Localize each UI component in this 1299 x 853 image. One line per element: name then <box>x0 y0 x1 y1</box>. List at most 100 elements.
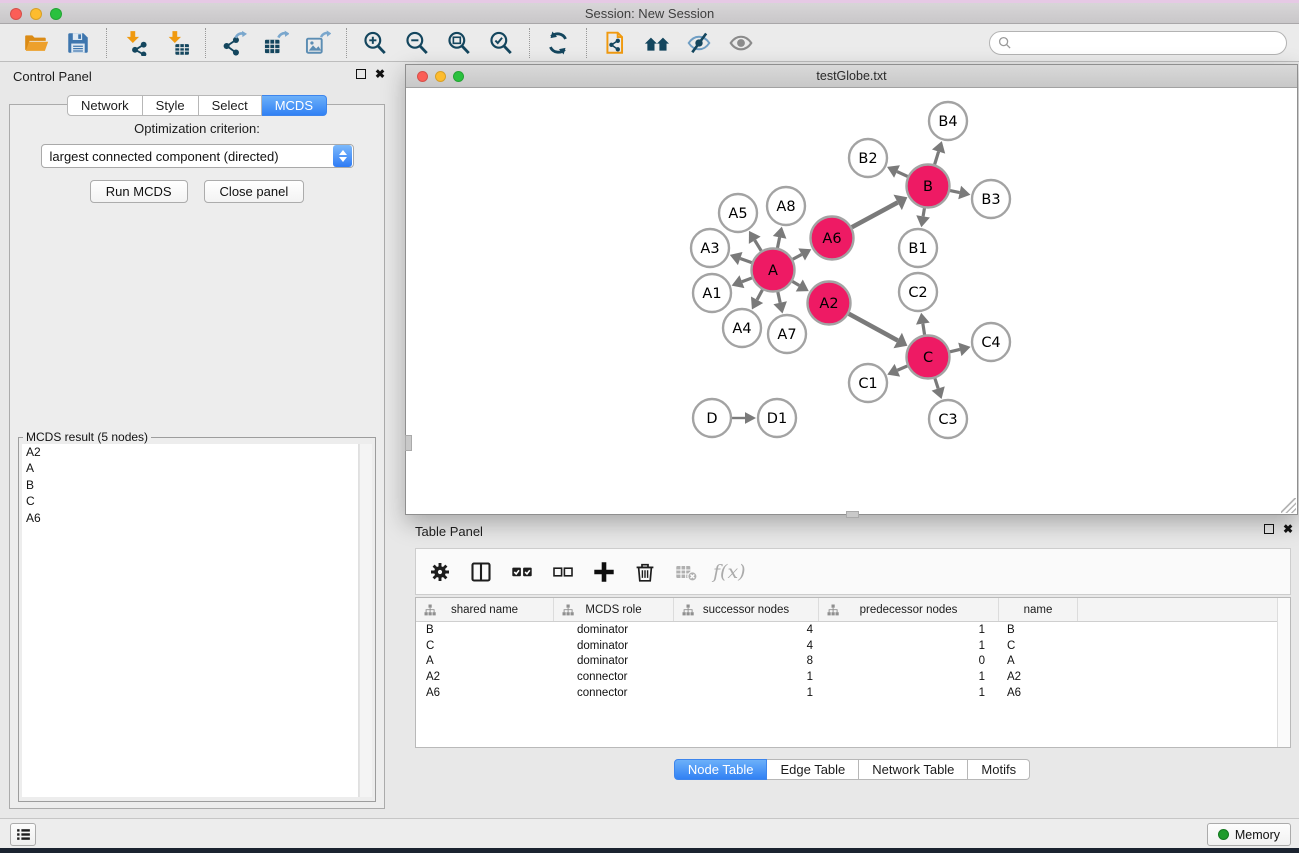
graph-node-B3[interactable]: B3 <box>972 180 1010 218</box>
window-resize-grip[interactable] <box>1281 498 1296 513</box>
import-network-button[interactable] <box>121 29 149 57</box>
hide-graphics-details-button[interactable] <box>685 29 713 57</box>
optimization-criterion-select[interactable]: largest connected component (directed) <box>41 144 354 168</box>
search-input[interactable] <box>1016 36 1278 50</box>
delete-column-button[interactable] <box>631 558 659 586</box>
graph-node-B1[interactable]: B1 <box>899 229 937 267</box>
mcds-result-item[interactable]: A6 <box>22 510 358 527</box>
zoom-selected-button[interactable] <box>487 29 515 57</box>
columns-button[interactable] <box>467 558 495 586</box>
graph-node-B2[interactable]: B2 <box>849 139 887 177</box>
edge-B-B4[interactable] <box>935 152 939 165</box>
mcds-result-item[interactable]: A2 <box>22 444 358 461</box>
table-row[interactable]: A2connector11A2 <box>416 669 1290 685</box>
close-table-panel-icon[interactable]: ✖ <box>1283 524 1293 534</box>
graph-node-C3[interactable]: C3 <box>929 400 967 438</box>
column-header-predecessor-nodes[interactable]: predecessor nodes <box>819 598 999 621</box>
network-window-titlebar[interactable]: testGlobe.txt <box>406 65 1297 88</box>
table-tab-edge-table[interactable]: Edge Table <box>767 759 859 780</box>
search-box[interactable] <box>989 31 1287 55</box>
edge-B-B3[interactable] <box>950 191 960 193</box>
table-row[interactable]: Cdominator41C <box>416 638 1290 654</box>
graph-node-B4[interactable]: B4 <box>929 102 967 140</box>
close-panel-icon[interactable]: ✖ <box>375 69 385 79</box>
float-table-panel-icon[interactable] <box>1264 524 1274 534</box>
graph-node-C[interactable]: C <box>907 336 950 379</box>
graph-node-C4[interactable]: C4 <box>972 323 1010 361</box>
mcds-result-item[interactable]: A <box>22 461 358 478</box>
table-row[interactable]: A6connector11A6 <box>416 685 1290 701</box>
column-header-successor-nodes[interactable]: successor nodes <box>674 598 819 621</box>
graph-node-A3[interactable]: A3 <box>691 229 729 267</box>
edge-A-A4[interactable] <box>757 290 762 300</box>
edge-A-A3[interactable] <box>740 259 752 263</box>
mcds-result-item[interactable]: B <box>22 477 358 494</box>
table-row[interactable]: Adominator80A <box>416 654 1290 670</box>
graph-node-A1[interactable]: A1 <box>693 274 731 312</box>
close-panel-button[interactable]: Close panel <box>204 180 305 203</box>
export-network-button[interactable] <box>220 29 248 57</box>
edge-A-A5[interactable] <box>755 240 761 251</box>
edge-C-C2[interactable] <box>923 324 925 335</box>
tab-select[interactable]: Select <box>199 95 262 116</box>
export-table-button[interactable] <box>262 29 290 57</box>
edge-B-B2[interactable] <box>897 172 908 177</box>
settings-button[interactable] <box>426 558 454 586</box>
edge-A-A2[interactable] <box>792 281 799 285</box>
graph-node-A2[interactable]: A2 <box>808 282 851 325</box>
edge-C-C3[interactable] <box>935 378 938 388</box>
column-header-shared-name[interactable]: shared name <box>416 598 554 621</box>
table-tab-node-table[interactable]: Node Table <box>674 759 768 780</box>
graph-node-A4[interactable]: A4 <box>723 309 761 347</box>
graph-node-C1[interactable]: C1 <box>849 364 887 402</box>
table-tab-network-table[interactable]: Network Table <box>859 759 968 780</box>
add-column-button[interactable] <box>590 558 618 586</box>
memory-button[interactable]: Memory <box>1207 823 1291 846</box>
task-history-button[interactable] <box>10 823 36 846</box>
tab-mcds[interactable]: MCDS <box>262 95 327 116</box>
zoom-in-button[interactable] <box>361 29 389 57</box>
table-row[interactable]: Bdominator41B <box>416 622 1290 638</box>
edge-C-C4[interactable] <box>950 349 960 351</box>
edge-A-A7[interactable] <box>778 292 780 303</box>
column-header-MCDS-role[interactable]: MCDS role <box>554 598 674 621</box>
zoom-out-button[interactable] <box>403 29 431 57</box>
show-graphics-details-button[interactable] <box>727 29 755 57</box>
tab-style[interactable]: Style <box>143 95 199 116</box>
select-all-button[interactable] <box>508 558 536 586</box>
edge-A-A6[interactable] <box>793 254 802 259</box>
graph-node-D1[interactable]: D1 <box>758 399 796 437</box>
horizontal-scroll-thumb[interactable] <box>846 511 859 518</box>
table-tab-motifs[interactable]: Motifs <box>968 759 1030 780</box>
graph-node-A7[interactable]: A7 <box>768 315 806 353</box>
network-canvas[interactable]: B4 B2 B B3 A5 A8A6 A3 B1 A A1 C2 A2 A4A7 C4 C C1 C3 D D1 <box>406 88 1297 514</box>
tab-network[interactable]: Network <box>67 95 143 116</box>
edge-A-A8[interactable] <box>777 237 779 248</box>
import-table-button[interactable] <box>163 29 191 57</box>
edge-C-C1[interactable] <box>897 366 907 370</box>
edge-A-A1[interactable] <box>742 278 752 282</box>
graph-node-D[interactable]: D <box>693 399 731 437</box>
graph-node-A[interactable]: A <box>752 249 795 292</box>
refresh-network-button[interactable] <box>544 29 572 57</box>
vertical-scroll-thumb[interactable] <box>405 435 412 451</box>
mcds-result-scrollbar[interactable] <box>359 444 372 797</box>
edge-A6-B[interactable] <box>852 202 898 227</box>
float-panel-icon[interactable] <box>356 69 366 79</box>
edge-B-B1[interactable] <box>923 208 924 216</box>
graph-node-A6[interactable]: A6 <box>811 217 854 260</box>
zoom-fit-button[interactable] <box>445 29 473 57</box>
table-scrollbar[interactable] <box>1277 598 1290 747</box>
graph-node-A8[interactable]: A8 <box>767 187 805 225</box>
run-mcds-button[interactable]: Run MCDS <box>90 180 188 203</box>
column-header-name[interactable]: name <box>999 598 1078 621</box>
graph-node-C2[interactable]: C2 <box>899 273 937 311</box>
edge-A2-C[interactable] <box>849 314 898 341</box>
mcds-result-item[interactable]: C <box>22 494 358 511</box>
graph-node-A5[interactable]: A5 <box>719 194 757 232</box>
export-image-button[interactable] <box>304 29 332 57</box>
graph-node-B[interactable]: B <box>907 165 950 208</box>
open-file-button[interactable] <box>22 29 50 57</box>
save-session-button[interactable] <box>64 29 92 57</box>
deselect-all-button[interactable] <box>549 558 577 586</box>
